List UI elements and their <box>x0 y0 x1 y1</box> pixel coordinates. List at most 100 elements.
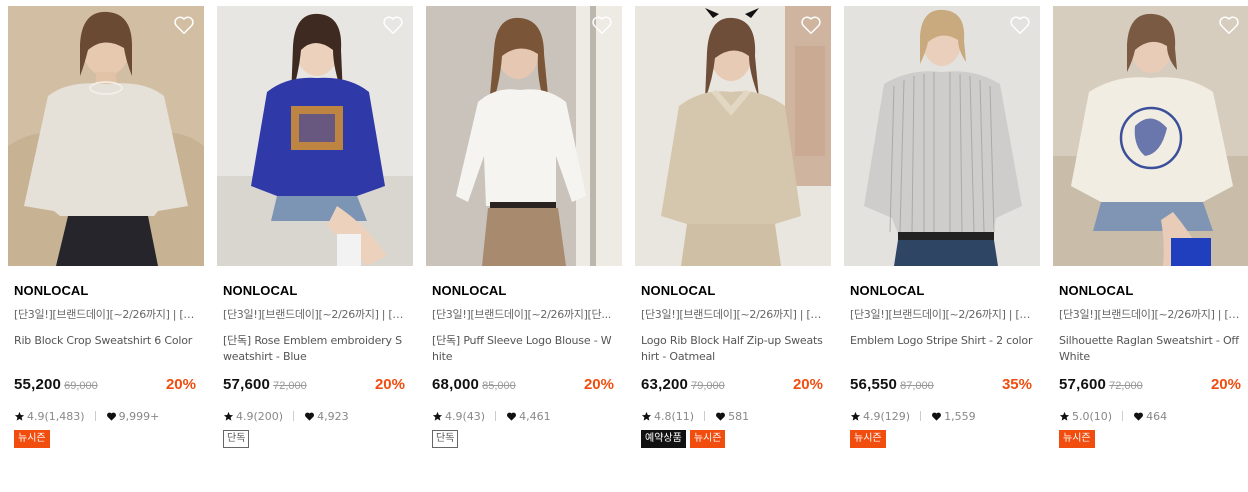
heart-icon <box>931 411 942 422</box>
brand-name[interactable]: NONLOCAL <box>223 283 407 299</box>
divider <box>920 411 922 421</box>
brand-name[interactable]: NONLOCAL <box>641 283 825 299</box>
original-price: 79,000 <box>691 380 725 392</box>
wishlist-heart-icon[interactable] <box>591 14 613 36</box>
tag-list: 뉴시즌 <box>850 430 1034 448</box>
divider <box>495 411 497 421</box>
review-meta: 4.9(129) 1,559 <box>850 408 1034 424</box>
original-price: 72,000 <box>1109 380 1143 392</box>
promo-text: [단3일!][브랜드데이][~2/26까지] | [2... <box>850 308 1034 321</box>
product-image[interactable] <box>635 6 831 266</box>
rating-text: 4.8(11) <box>654 409 695 423</box>
photo-model-crop-sweatshirt <box>8 6 204 266</box>
like-count: 4,461 <box>519 409 551 423</box>
sale-price: 68,000 <box>432 376 480 393</box>
wishlist-heart-icon[interactable] <box>800 14 822 36</box>
star-icon <box>432 411 443 422</box>
like-count: 9,999+ <box>118 409 160 423</box>
like-count: 1,559 <box>944 409 976 423</box>
tag-list: 단독 <box>223 430 407 448</box>
product-image[interactable] <box>844 6 1040 266</box>
original-price: 69,000 <box>64 380 98 392</box>
star-icon <box>14 411 25 422</box>
price-row: 68,000 85,000 20% <box>432 376 616 396</box>
product-card[interactable]: NONLOCAL [단3일!][브랜드데이][~2/26까지] | [2... … <box>844 6 1040 476</box>
like-count: 464 <box>1146 409 1168 423</box>
product-card[interactable]: NONLOCAL [단3일!][브랜드데이][~2/26까지] | [2... … <box>217 6 413 476</box>
brand-name[interactable]: NONLOCAL <box>1059 283 1243 299</box>
divider <box>293 411 295 421</box>
rating-text: 5.0(10) <box>1072 409 1113 423</box>
star-icon <box>1059 411 1070 422</box>
product-image[interactable] <box>426 6 622 266</box>
heart-icon <box>304 411 315 422</box>
wishlist-heart-icon[interactable] <box>382 14 404 36</box>
discount-rate: 20% <box>165 376 196 393</box>
product-image[interactable] <box>217 6 413 266</box>
like-count: 4,923 <box>317 409 349 423</box>
tag-preorder: 예약상품 <box>641 430 686 448</box>
rating-text: 4.9(200) <box>236 409 284 423</box>
product-title[interactable]: Logo Rib Block Half Zip-up Sweatshirt - … <box>641 333 825 365</box>
promo-text: [단3일!][브랜드데이][~2/26까지][단... <box>432 308 611 321</box>
brand-name[interactable]: NONLOCAL <box>14 283 198 299</box>
review-meta: 4.9(1,483) 9,999+ <box>14 408 198 424</box>
like-count: 581 <box>728 409 750 423</box>
heart-icon <box>1133 411 1144 422</box>
price-row: 55,200 69,000 20% <box>14 376 198 396</box>
product-image[interactable] <box>1053 6 1248 266</box>
heart-icon <box>506 411 517 422</box>
review-meta: 4.9(200) 4,923 <box>223 408 407 424</box>
tag-list: 예약상품 뉴시즌 <box>641 430 825 448</box>
wishlist-heart-icon[interactable] <box>1009 14 1031 36</box>
tag-new-season: 뉴시즌 <box>14 430 50 448</box>
sale-price: 57,600 <box>223 376 271 393</box>
original-price: 87,000 <box>900 380 934 392</box>
product-card[interactable]: NONLOCAL [단3일!][브랜드데이][~2/26까지] | [2... … <box>1053 6 1248 476</box>
tag-list: 뉴시즌 <box>1059 430 1243 448</box>
star-icon <box>641 411 652 422</box>
heart-icon <box>106 411 117 422</box>
rating-text: 4.9(129) <box>863 409 911 423</box>
product-title[interactable]: Emblem Logo Stripe Shirt - 2 color <box>850 333 1034 365</box>
tag-new-season: 뉴시즌 <box>850 430 886 448</box>
divider <box>704 411 706 421</box>
tag-list: 단독 <box>432 430 616 448</box>
wishlist-heart-icon[interactable] <box>1218 14 1240 36</box>
tag-list: 뉴시즌 <box>14 430 198 448</box>
price-row: 57,600 72,000 20% <box>223 376 407 396</box>
product-card[interactable]: NONLOCAL [단3일!][브랜드데이][~2/26까지][단... [단독… <box>426 6 622 476</box>
product-title[interactable]: [단독] Rose Emblem embroidery Sweatshirt -… <box>223 333 407 365</box>
brand-name[interactable]: NONLOCAL <box>432 283 616 299</box>
price-row: 56,550 87,000 35% <box>850 376 1034 396</box>
divider <box>94 411 96 421</box>
star-icon <box>223 411 234 422</box>
product-card[interactable]: NONLOCAL [단3일!][브랜드데이][~2/26까지] | [L... … <box>8 6 204 476</box>
rating-text: 4.9(43) <box>445 409 486 423</box>
promo-text: [단3일!][브랜드데이][~2/26까지] | [2... <box>1059 308 1243 321</box>
discount-rate: 20% <box>1210 376 1241 393</box>
tag-new-season: 뉴시즌 <box>1059 430 1095 448</box>
photo-model-raglan-sweatshirt <box>1053 6 1248 266</box>
brand-name[interactable]: NONLOCAL <box>850 283 1034 299</box>
wishlist-heart-icon[interactable] <box>173 14 195 36</box>
product-grid: NONLOCAL [단3일!][브랜드데이][~2/26까지] | [L... … <box>0 0 1248 492</box>
promo-text: [단3일!][브랜드데이][~2/26까지] | [2... <box>641 308 825 321</box>
sale-price: 56,550 <box>850 376 898 393</box>
product-title[interactable]: Silhouette Raglan Sweatshirt - Off White <box>1059 333 1243 365</box>
discount-rate: 20% <box>374 376 405 393</box>
star-icon <box>850 411 861 422</box>
tag-exclusive: 단독 <box>432 430 459 448</box>
tag-exclusive: 단독 <box>223 430 250 448</box>
product-card[interactable]: NONLOCAL [단3일!][브랜드데이][~2/26까지] | [2... … <box>635 6 831 476</box>
heart-icon <box>715 411 726 422</box>
product-title[interactable]: [단독] Puff Sleeve Logo Blouse - White <box>432 333 616 365</box>
review-meta: 4.8(11) 581 <box>641 408 825 424</box>
photo-model-blue-sweatshirt <box>217 6 413 266</box>
discount-rate: 20% <box>583 376 614 393</box>
photo-model-halfzip-sweatshirt <box>635 6 831 266</box>
review-meta: 4.9(43) 4,461 <box>432 408 616 424</box>
product-image[interactable] <box>8 6 204 266</box>
product-title[interactable]: Rib Block Crop Sweatshirt 6 Color <box>14 333 198 365</box>
tag-new-season: 뉴시즌 <box>689 430 726 448</box>
